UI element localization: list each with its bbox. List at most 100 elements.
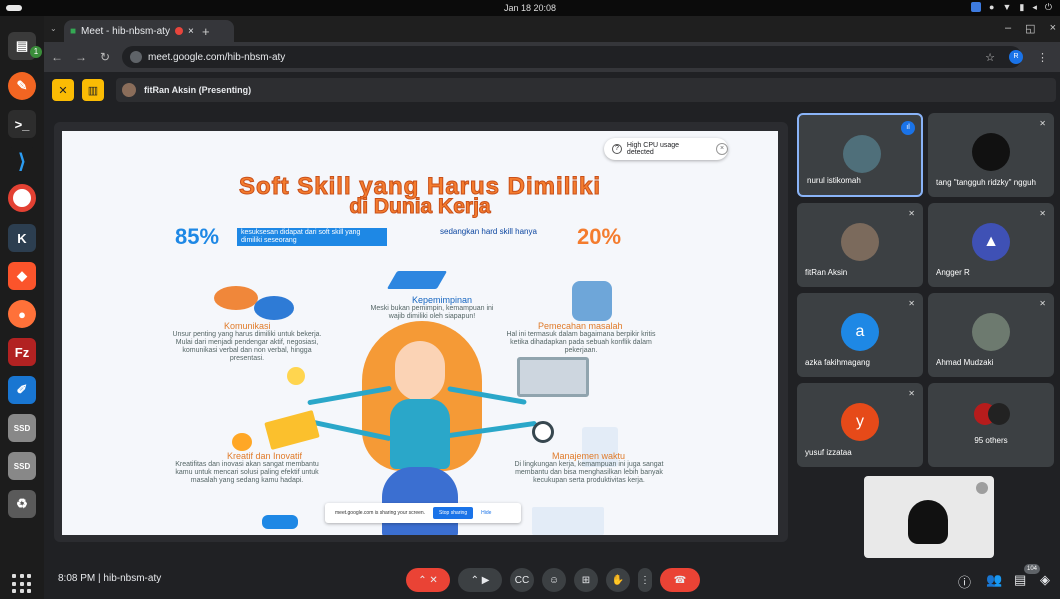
url-field[interactable]: meet.google.com/hib-nbsm-aty [122, 46, 1022, 68]
tray-chat-icon[interactable]: ● [989, 2, 994, 13]
puzzle-icon [572, 281, 612, 321]
board-icon [532, 507, 604, 535]
layout-button[interactable]: ▥ [82, 79, 104, 101]
tray-power-icon[interactable]: ⏻ [1045, 2, 1052, 13]
document-icon [264, 410, 320, 450]
hang-up-icon: ☎ [673, 574, 687, 586]
profile-avatar[interactable]: R [1009, 50, 1023, 64]
mic-off-icon: ✕ [1039, 119, 1046, 128]
present-button[interactable]: ⊞ [574, 568, 598, 592]
mic-button[interactable]: ⌃ ✕ [406, 568, 450, 592]
vscode-icon[interactable]: ⟩ [8, 147, 36, 175]
close-tab-icon[interactable]: × [188, 26, 194, 37]
chat-bubble-icon-2 [254, 296, 294, 320]
forward-icon[interactable]: → [70, 50, 92, 64]
meeting-info-separator: | [98, 573, 101, 584]
cpu-warning-chip[interactable]: ? High CPU usage detected × [604, 138, 728, 160]
camera-button[interactable]: ⌃ ▶ [458, 568, 502, 592]
key-icon [262, 515, 298, 529]
bookmark-star-icon[interactable]: ☆ [985, 51, 995, 64]
participant-tile[interactable]: ✕ tang "tangguh ridzky" ngguh [928, 113, 1054, 197]
participant-avatar [841, 223, 879, 261]
reload-icon[interactable]: ↻ [94, 50, 116, 64]
people-icon[interactable]: 👥 [986, 572, 1002, 588]
mic-off-icon: ✕ [908, 209, 915, 218]
site-info-icon[interactable] [130, 51, 142, 63]
participant-tile[interactable]: ıl nurul istikomah [797, 113, 923, 197]
trash-icon[interactable]: ♻ [8, 490, 36, 518]
back-icon[interactable]: ← [46, 50, 68, 64]
system-tray[interactable]: ● ▼ ▮ ◂ ⏻ [971, 2, 1052, 13]
participant-tile[interactable]: ▲ ✕ Angger R [928, 203, 1054, 287]
notification-badge: 1 [30, 46, 42, 58]
close-window-icon[interactable]: × [1050, 22, 1056, 35]
slide-stat-row: 85% kesuksesan didapat dari soft skill y… [175, 224, 643, 249]
tray-battery-icon[interactable]: ▮ [1019, 2, 1024, 13]
desc-kreatif: Kreatifitas dan inovasi akan sangat memb… [175, 461, 319, 484]
mic-off-icon: ✕ [1039, 209, 1046, 218]
meeting-code: hib-nbsm-aty [103, 573, 162, 584]
reactions-button[interactable]: ☺ [542, 568, 566, 592]
others-count: 95 others [974, 436, 1008, 445]
tray-volume-icon[interactable]: ◂ [1032, 2, 1037, 13]
hard-skill-percent: 20% [577, 224, 622, 249]
activities-icon[interactable]: ◈ [1040, 572, 1050, 588]
minimize-icon[interactable]: – [1005, 22, 1011, 35]
more-options-button[interactable]: ⋮ [638, 568, 652, 592]
mic-off-icon: ✕ [908, 389, 915, 398]
terminal-icon[interactable]: >_ [8, 110, 36, 138]
self-view-tile[interactable] [864, 476, 994, 558]
share-bar-text: meet.google.com is sharing your screen. [335, 510, 426, 516]
chrome-icon[interactable] [8, 184, 36, 212]
filezilla-icon[interactable]: Fz [8, 338, 36, 366]
participant-tile[interactable]: y ✕ yusuf izzataa [797, 383, 923, 467]
screen: Jan 18 20:08 ● ▼ ▮ ◂ ⏻ ▤ 1 ✎ >_ ⟩ K ◆ ● … [0, 0, 1060, 599]
cpu-warning-text: High CPU usage detected [626, 142, 680, 156]
ssd-drive-icon[interactable]: SSD [8, 414, 36, 442]
tray-network-icon[interactable]: ▼ [1002, 2, 1011, 13]
mic-off-icon: ⌃ ✕ [418, 574, 438, 586]
app-icon-k[interactable]: K [8, 224, 36, 252]
participant-name: Ahmad Mudzaki [936, 358, 994, 367]
show-applications-icon[interactable] [12, 574, 32, 594]
hide-share-bar-button[interactable]: Hide [481, 510, 491, 516]
participant-tile[interactable]: ✕ Ahmad Mudzaki [928, 293, 1054, 377]
brave-icon[interactable]: ◆ [8, 262, 36, 290]
chat-icon[interactable]: ▤ [1014, 572, 1026, 588]
browser-actions: ☆ R ⋮ [985, 50, 1048, 64]
shared-screen-slide: Soft Skill yang Harus Dimiliki di Dunia … [62, 131, 778, 535]
drawing-app-icon[interactable]: ✎ [8, 72, 36, 100]
text-editor-icon[interactable]: ✐ [8, 376, 36, 404]
self-view-menu-icon[interactable] [976, 482, 988, 494]
character-legs [382, 467, 458, 535]
raise-hand-button[interactable]: ✋ [606, 568, 630, 592]
tray-app-icon[interactable] [971, 2, 982, 12]
hard-skill-text: sedangkan hard skill hanya [440, 227, 537, 236]
meeting-info-icon[interactable]: ⓘ [958, 572, 971, 591]
speaking-indicator-icon: ıl [901, 121, 915, 135]
others-tile[interactable]: 95 others [928, 383, 1054, 467]
meeting-time: 8:08 PM [58, 573, 96, 584]
new-tab-button[interactable]: + [202, 24, 210, 39]
mic-off-icon: ✕ [1039, 299, 1046, 308]
address-bar-row: ← → ↻ meet.google.com/hib-nbsm-aty ☆ R ⋮ [44, 42, 1060, 72]
participant-tile[interactable]: ✕ fitRan Aksin [797, 203, 923, 287]
restore-icon[interactable]: ◱ [1025, 22, 1035, 35]
browser-menu-icon[interactable]: ⋮ [1037, 51, 1048, 64]
laptop-icon [517, 357, 589, 397]
heading-pemecahan: Pemecahan masalah [538, 321, 623, 331]
system-clock[interactable]: Jan 18 20:08 [0, 3, 1060, 13]
participant-name: nurul istikomah [807, 176, 861, 185]
system-top-bar: Jan 18 20:08 ● ▼ ▮ ◂ ⏻ [0, 0, 1060, 16]
tab-search-icon[interactable]: ⌄ [50, 24, 60, 34]
participant-tile[interactable]: a ✕ azka fakihmagang [797, 293, 923, 377]
leave-call-button[interactable]: ☎ [660, 568, 700, 592]
captions-button[interactable]: CC [510, 568, 534, 592]
stop-sharing-button[interactable]: Stop sharing [433, 507, 474, 519]
desc-pemecahan: Hal ini termasuk dalam bagaimana berpiki… [506, 331, 656, 354]
pin-presentation-button[interactable]: ✕ [52, 79, 74, 101]
close-icon[interactable]: × [716, 143, 728, 155]
clock-icon [532, 421, 554, 443]
ssd-drive-icon-2[interactable]: SSD [8, 452, 36, 480]
firefox-icon[interactable]: ● [8, 300, 36, 328]
